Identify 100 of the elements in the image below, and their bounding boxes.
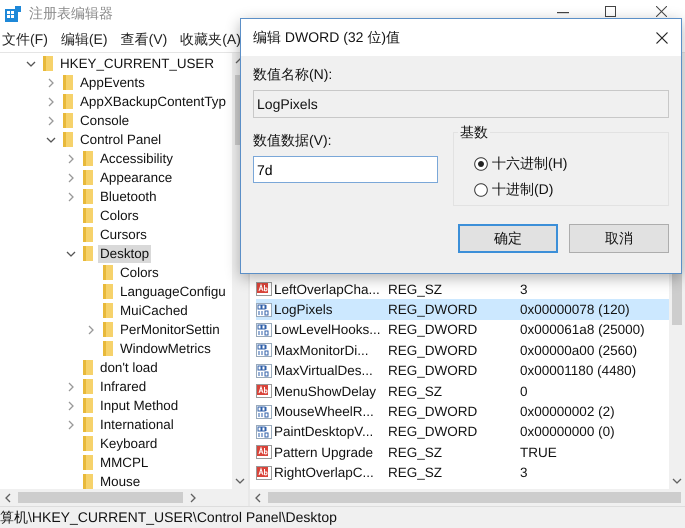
scrollbar[interactable] bbox=[0, 489, 248, 506]
close-icon[interactable] bbox=[656, 6, 667, 17]
tree-item[interactable]: Mouse bbox=[98, 472, 142, 489]
folder-icon bbox=[83, 379, 93, 394]
string-value-icon bbox=[256, 464, 272, 481]
menu-item[interactable]: 查看(V) bbox=[120, 31, 168, 49]
value-data: 0x00000a00 (2560) bbox=[520, 342, 638, 358]
folder-icon bbox=[83, 151, 93, 166]
folder-icon bbox=[103, 284, 113, 299]
radio-button[interactable] bbox=[474, 157, 488, 171]
value-type: REG_DWORD bbox=[388, 404, 478, 420]
value-data: 0x00000078 (120) bbox=[520, 302, 630, 318]
close-icon[interactable] bbox=[656, 32, 668, 44]
tree-item[interactable]: PerMonitorSettin bbox=[118, 320, 222, 338]
tree-item[interactable]: MuiCached bbox=[118, 302, 190, 320]
scroll-right-icon[interactable] bbox=[189, 492, 197, 502]
app-icon bbox=[5, 6, 21, 22]
tree-item[interactable]: WindowMetrics bbox=[118, 340, 213, 358]
value-type: REG_SZ bbox=[388, 465, 444, 480]
menu-item[interactable]: 编辑(E) bbox=[60, 31, 108, 49]
radio-label: 十进制(D) bbox=[492, 181, 554, 199]
value-type: REG_DWORD bbox=[388, 424, 478, 440]
value-name: MenuShowDelay bbox=[274, 384, 378, 399]
binary-value-icon bbox=[256, 302, 272, 318]
value-row[interactable]: MaxMonitorDi... REG_DWORD 0x00000a00 (2560) bbox=[256, 340, 669, 361]
tree-item[interactable]: Control Panel bbox=[78, 130, 164, 148]
tree-item[interactable]: Keyboard bbox=[98, 434, 160, 452]
value-row[interactable]: LogPixels REG_DWORD 0x00000078 (120) bbox=[256, 299, 669, 320]
dialog-button[interactable]: 确定 bbox=[458, 224, 558, 253]
value-type: REG_DWORD bbox=[388, 302, 478, 318]
value-name: RightOverlapC... bbox=[274, 465, 375, 480]
value-data: 3 bbox=[520, 465, 528, 480]
value-row[interactable]: MaxVirtualDes... REG_DWORD 0x00001180 (4480) bbox=[256, 360, 669, 381]
folder-icon bbox=[103, 341, 113, 356]
scroll-left-icon[interactable] bbox=[254, 492, 262, 502]
tree-item[interactable]: Infrared bbox=[98, 378, 148, 396]
value-name: LowLevelHooks... bbox=[274, 322, 382, 338]
tree-item[interactable]: Appearance bbox=[98, 168, 174, 186]
value-row[interactable]: PaintDesktopV... REG_DWORD 0x00000000 (0) bbox=[256, 422, 669, 442]
maximize-icon[interactable] bbox=[605, 6, 616, 17]
value-data: 0x00000002 (2) bbox=[520, 404, 615, 420]
value-name: LogPixels bbox=[274, 302, 334, 318]
status-bar: 算机\HKEY_CURRENT_USER\Control Panel\Desktop bbox=[0, 506, 685, 528]
tree-item[interactable]: Colors bbox=[98, 206, 141, 224]
value-data: 0x00001180 (4480) bbox=[520, 363, 636, 378]
value-row[interactable]: LowLevelHooks... REG_DWORD 0x000061a8 (25000) bbox=[256, 320, 669, 340]
binary-value-icon bbox=[256, 362, 272, 379]
value-type: REG_SZ bbox=[388, 444, 444, 460]
folder-icon bbox=[83, 208, 93, 223]
scroll-down-icon[interactable] bbox=[235, 477, 245, 485]
value-name: PaintDesktopV... bbox=[274, 424, 374, 440]
binary-value-icon bbox=[256, 342, 272, 358]
scroll-down-icon[interactable] bbox=[672, 477, 682, 485]
tree-item[interactable]: HKEY_CURRENT_USER bbox=[58, 54, 216, 72]
dialog-button[interactable]: 取消 bbox=[569, 224, 669, 253]
value-data: 3 bbox=[520, 282, 528, 297]
value-type: REG_DWORD bbox=[388, 342, 478, 358]
scroll-thumb[interactable] bbox=[268, 492, 681, 503]
folder-icon bbox=[103, 265, 113, 280]
folder-icon bbox=[63, 75, 73, 90]
binary-value-icon bbox=[256, 424, 272, 440]
tree-item[interactable]: don't load bbox=[98, 358, 160, 376]
folder-icon bbox=[83, 189, 93, 204]
menu-item[interactable]: 文件(F) bbox=[2, 31, 48, 49]
radio-label: 十六进制(H) bbox=[492, 155, 568, 173]
tree-item[interactable]: AppEvents bbox=[78, 74, 147, 92]
value-name: MaxMonitorDi... bbox=[274, 342, 370, 358]
folder-icon bbox=[83, 360, 93, 375]
folder-icon bbox=[83, 398, 93, 413]
tree-item[interactable]: Desktop bbox=[98, 244, 152, 262]
value-name: MouseWheelR... bbox=[274, 404, 375, 420]
field-label: 数值数据(V): bbox=[253, 132, 333, 150]
tree-item[interactable]: Cursors bbox=[98, 226, 149, 244]
minimize-icon[interactable] bbox=[557, 12, 569, 14]
tree-item[interactable]: AppXBackupContentTyp bbox=[78, 92, 228, 110]
tree-item[interactable]: Input Method bbox=[98, 396, 180, 414]
value-row[interactable]: Pattern Upgrade REG_SZ TRUE bbox=[256, 442, 669, 463]
radio-button[interactable] bbox=[474, 183, 488, 197]
value-row[interactable]: MouseWheelR... REG_DWORD 0x00000002 (2) bbox=[256, 401, 669, 422]
tree-item[interactable]: Colors bbox=[118, 264, 161, 282]
tree-item[interactable]: MMCPL bbox=[98, 454, 150, 472]
tree-item[interactable]: LanguageConfigu bbox=[118, 282, 228, 300]
string-value-icon bbox=[256, 383, 272, 400]
tree-item[interactable]: International bbox=[98, 416, 176, 434]
value-row[interactable]: LeftOverlapCha... REG_SZ 3 bbox=[256, 279, 669, 300]
menu-item[interactable]: 收藏夹(A) bbox=[180, 31, 241, 49]
tree-item[interactable]: Bluetooth bbox=[98, 188, 159, 206]
binary-value-icon bbox=[256, 404, 272, 420]
window-title: 注册表编辑器 bbox=[29, 5, 113, 23]
value-data: 0 bbox=[520, 384, 528, 399]
scrollbar[interactable] bbox=[250, 489, 685, 506]
tree-item[interactable]: Accessibility bbox=[98, 150, 175, 168]
scroll-left-icon[interactable] bbox=[4, 492, 12, 502]
folder-icon bbox=[103, 303, 113, 318]
value-row[interactable]: RightOverlapC... REG_SZ 3 bbox=[256, 462, 669, 483]
value-field[interactable]: 7d bbox=[253, 156, 438, 183]
value-row[interactable]: MenuShowDelay REG_SZ 0 bbox=[256, 380, 669, 402]
field-label: 数值名称(N): bbox=[253, 66, 334, 84]
tree-item[interactable]: Console bbox=[78, 112, 132, 130]
scroll-thumb[interactable] bbox=[18, 492, 183, 503]
